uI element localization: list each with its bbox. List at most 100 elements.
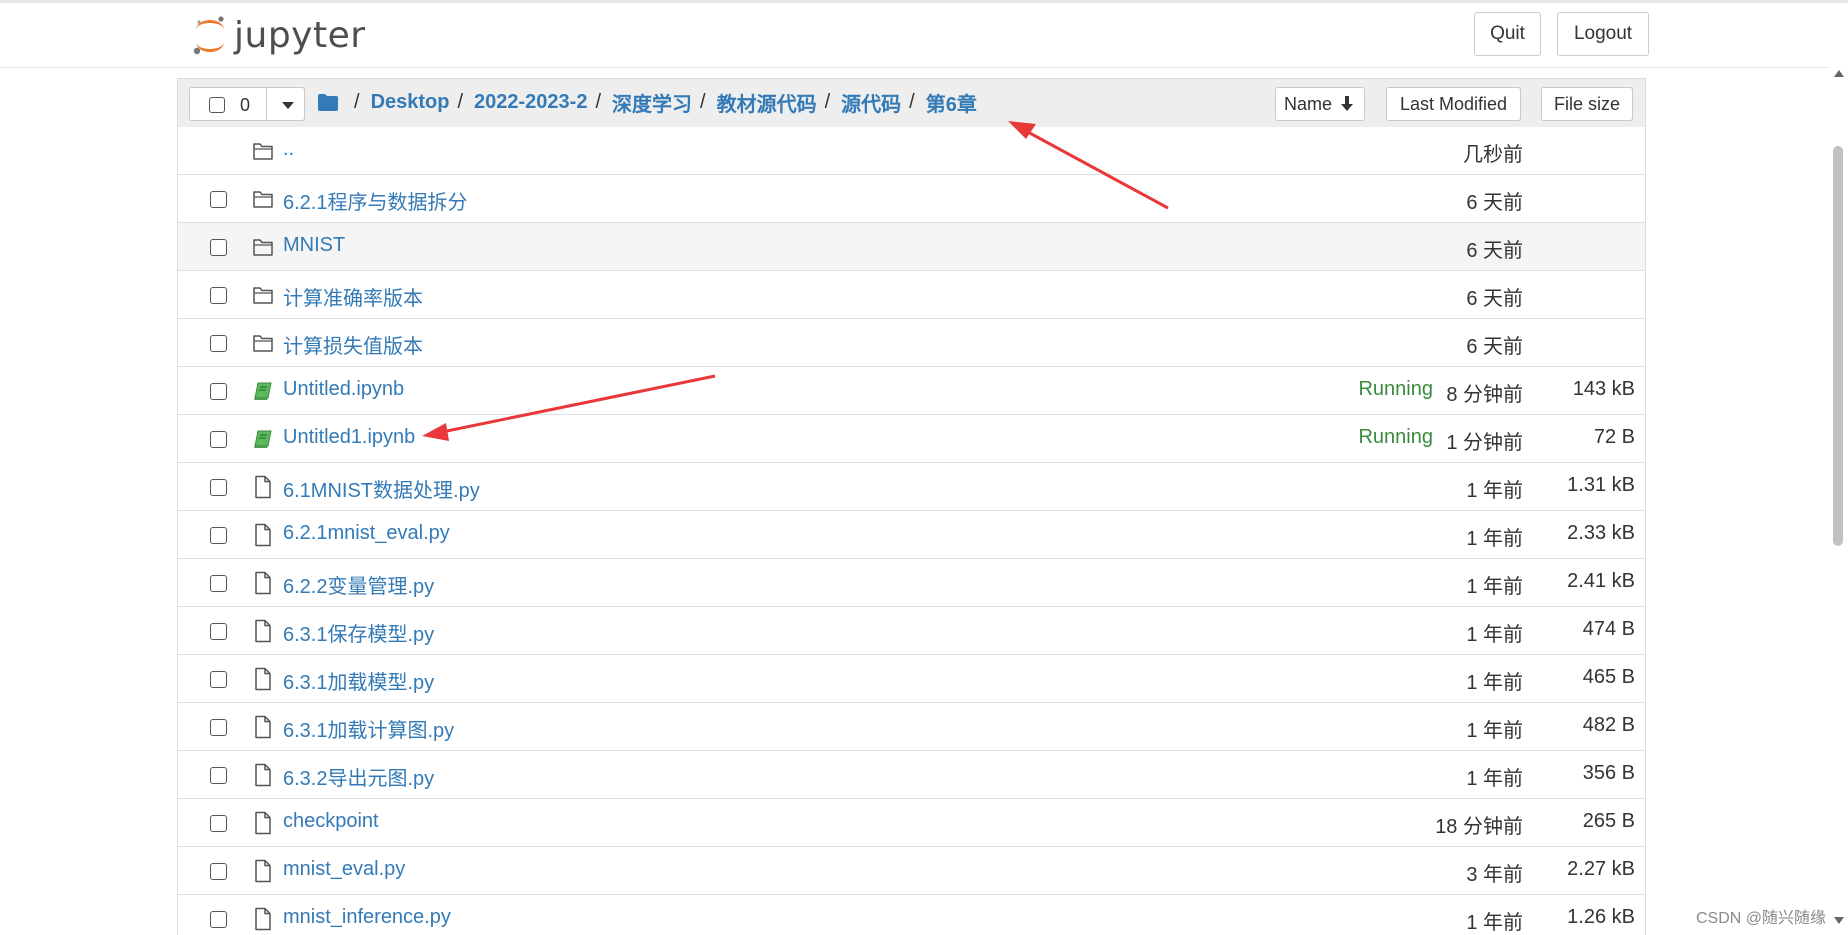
scrollbar-thumb[interactable]	[1833, 146, 1843, 546]
caret-down-icon[interactable]	[282, 102, 294, 109]
item-name-link[interactable]: 6.2.1mnist_eval.py	[283, 522, 450, 545]
item-name-link[interactable]: 6.3.1加载模型.py	[283, 666, 434, 695]
folder-icon	[252, 331, 274, 355]
breadcrumb-source-code[interactable]: 源代码	[841, 88, 901, 117]
list-item[interactable]: Untitled1.ipynb Running 1 分钟前 72 B	[178, 415, 1645, 463]
quit-button[interactable]: Quit	[1474, 12, 1541, 56]
logout-button[interactable]: Logout	[1557, 12, 1649, 56]
item-name-link[interactable]: checkpoint	[283, 810, 379, 833]
last-modified: 6 天前	[1466, 192, 1523, 214]
item-name-link[interactable]: 6.3.2导出元图.py	[283, 762, 434, 791]
folder-icon	[252, 235, 274, 259]
file-size: 356 B	[1582, 762, 1635, 784]
item-name-link[interactable]: Untitled.ipynb	[283, 378, 404, 401]
row-checkbox[interactable]	[210, 623, 227, 640]
row-checkbox[interactable]	[210, 863, 227, 880]
list-item[interactable]: mnist_eval.py 3 年前 2.27 kB	[178, 847, 1645, 895]
breadcrumb-separator: /	[909, 91, 915, 113]
last-modified: 6 天前	[1466, 288, 1523, 310]
breadcrumb-separator: /	[457, 91, 464, 113]
breadcrumb-separator: /	[700, 91, 706, 113]
item-name-link[interactable]: mnist_eval.py	[283, 858, 405, 881]
item-name-link[interactable]: 计算准确率版本	[283, 282, 423, 311]
row-checkbox[interactable]	[210, 671, 227, 688]
row-checkbox[interactable]	[210, 719, 227, 736]
sort-by-name-button[interactable]: Name	[1275, 87, 1365, 121]
running-status: Running	[1358, 378, 1433, 400]
sort-by-file-size-button[interactable]: File size	[1541, 87, 1633, 121]
breadcrumb-deep-learning[interactable]: 深度学习	[612, 88, 692, 117]
row-checkbox[interactable]	[210, 335, 227, 352]
item-name-link[interactable]: 6.1MNIST数据处理.py	[283, 474, 480, 503]
item-name-link[interactable]: mnist_inference.py	[283, 906, 451, 929]
scroll-up-icon[interactable]	[1834, 70, 1844, 77]
item-name-link[interactable]: 6.3.1加载计算图.py	[283, 714, 454, 743]
row-checkbox[interactable]	[210, 767, 227, 784]
row-checkbox[interactable]	[210, 815, 227, 832]
file-icon	[252, 667, 274, 691]
file-size: 465 B	[1582, 666, 1635, 688]
breadcrumb-semester[interactable]: 2022-2023-2	[474, 91, 587, 114]
file-size: 72 B	[1593, 426, 1635, 448]
breadcrumb-textbook-code[interactable]: 教材源代码	[717, 88, 817, 117]
folder-icon	[252, 283, 274, 307]
row-checkbox[interactable]	[210, 287, 227, 304]
item-name-link[interactable]: Untitled1.ipynb	[283, 426, 415, 449]
last-modified: 几秒前	[1463, 144, 1523, 166]
row-checkbox[interactable]	[210, 527, 227, 544]
select-all-dropdown[interactable]: 0	[189, 87, 305, 121]
list-item[interactable]: 计算准确率版本 6 天前	[178, 271, 1645, 319]
row-checkbox[interactable]	[210, 575, 227, 592]
list-item[interactable]: 计算损失值版本 6 天前	[178, 319, 1645, 367]
list-item[interactable]: checkpoint 18 分钟前 265 B	[178, 799, 1645, 847]
row-checkbox[interactable]	[210, 911, 227, 928]
row-checkbox[interactable]	[210, 191, 227, 208]
folder-icon[interactable]	[318, 94, 338, 111]
list-item[interactable]: mnist_inference.py 1 年前 1.26 kB	[178, 895, 1645, 935]
select-all-checkbox[interactable]	[209, 97, 225, 113]
last-modified: 6 天前	[1466, 240, 1523, 262]
list-item[interactable]: 6.2.2变量管理.py 1 年前 2.41 kB	[178, 559, 1645, 607]
file-icon	[252, 859, 274, 883]
last-modified: 6 天前	[1466, 336, 1523, 358]
breadcrumb-chapter-6[interactable]: 第6章	[926, 88, 977, 117]
list-item[interactable]: 6.2.1程序与数据拆分 6 天前	[178, 175, 1645, 223]
last-modified: 1 分钟前	[1446, 432, 1523, 454]
file-icon	[252, 619, 274, 643]
notebook-icon	[252, 427, 274, 451]
last-modified: 1 年前	[1466, 912, 1523, 934]
list-item[interactable]: Untitled.ipynb Running 8 分钟前 143 kB	[178, 367, 1645, 415]
list-item[interactable]: MNIST 6 天前	[178, 223, 1645, 271]
file-icon	[252, 523, 274, 547]
list-item[interactable]: 6.1MNIST数据处理.py 1 年前 1.31 kB	[178, 463, 1645, 511]
row-checkbox[interactable]	[210, 239, 227, 256]
file-size: 143 kB	[1572, 378, 1635, 400]
jupyter-logo[interactable]: jupyter	[192, 12, 366, 58]
item-name-link[interactable]: ..	[283, 138, 294, 161]
list-item[interactable]: .. 几秒前	[178, 127, 1645, 175]
row-checkbox[interactable]	[210, 479, 227, 496]
last-modified: 1 年前	[1466, 480, 1523, 502]
file-icon	[252, 811, 274, 835]
file-icon	[252, 907, 274, 931]
file-size: 2.27 kB	[1567, 858, 1635, 880]
divider	[266, 88, 267, 120]
sort-by-last-modified-button[interactable]: Last Modified	[1386, 87, 1521, 121]
item-name-link[interactable]: 6.3.1保存模型.py	[283, 618, 434, 647]
item-name-link[interactable]: 6.2.2变量管理.py	[283, 570, 434, 599]
breadcrumb-desktop[interactable]: Desktop	[371, 91, 450, 114]
row-checkbox[interactable]	[210, 431, 227, 448]
breadcrumb-separator: /	[354, 91, 360, 113]
row-checkbox[interactable]	[210, 383, 227, 400]
breadcrumb: / Desktop / 2022-2023-2 / 深度学习 / 教材源代码 /…	[318, 88, 977, 117]
item-name-link[interactable]: 计算损失值版本	[283, 330, 423, 359]
list-item[interactable]: 6.2.1mnist_eval.py 1 年前 2.33 kB	[178, 511, 1645, 559]
list-item[interactable]: 6.3.1加载计算图.py 1 年前 482 B	[178, 703, 1645, 751]
list-item[interactable]: 6.3.1保存模型.py 1 年前 474 B	[178, 607, 1645, 655]
scroll-down-icon[interactable]	[1834, 917, 1844, 924]
vertical-scrollbar[interactable]	[1830, 66, 1848, 935]
list-item[interactable]: 6.3.2导出元图.py 1 年前 356 B	[178, 751, 1645, 799]
list-item[interactable]: 6.3.1加载模型.py 1 年前 465 B	[178, 655, 1645, 703]
item-name-link[interactable]: 6.2.1程序与数据拆分	[283, 186, 467, 215]
item-name-link[interactable]: MNIST	[283, 234, 345, 257]
